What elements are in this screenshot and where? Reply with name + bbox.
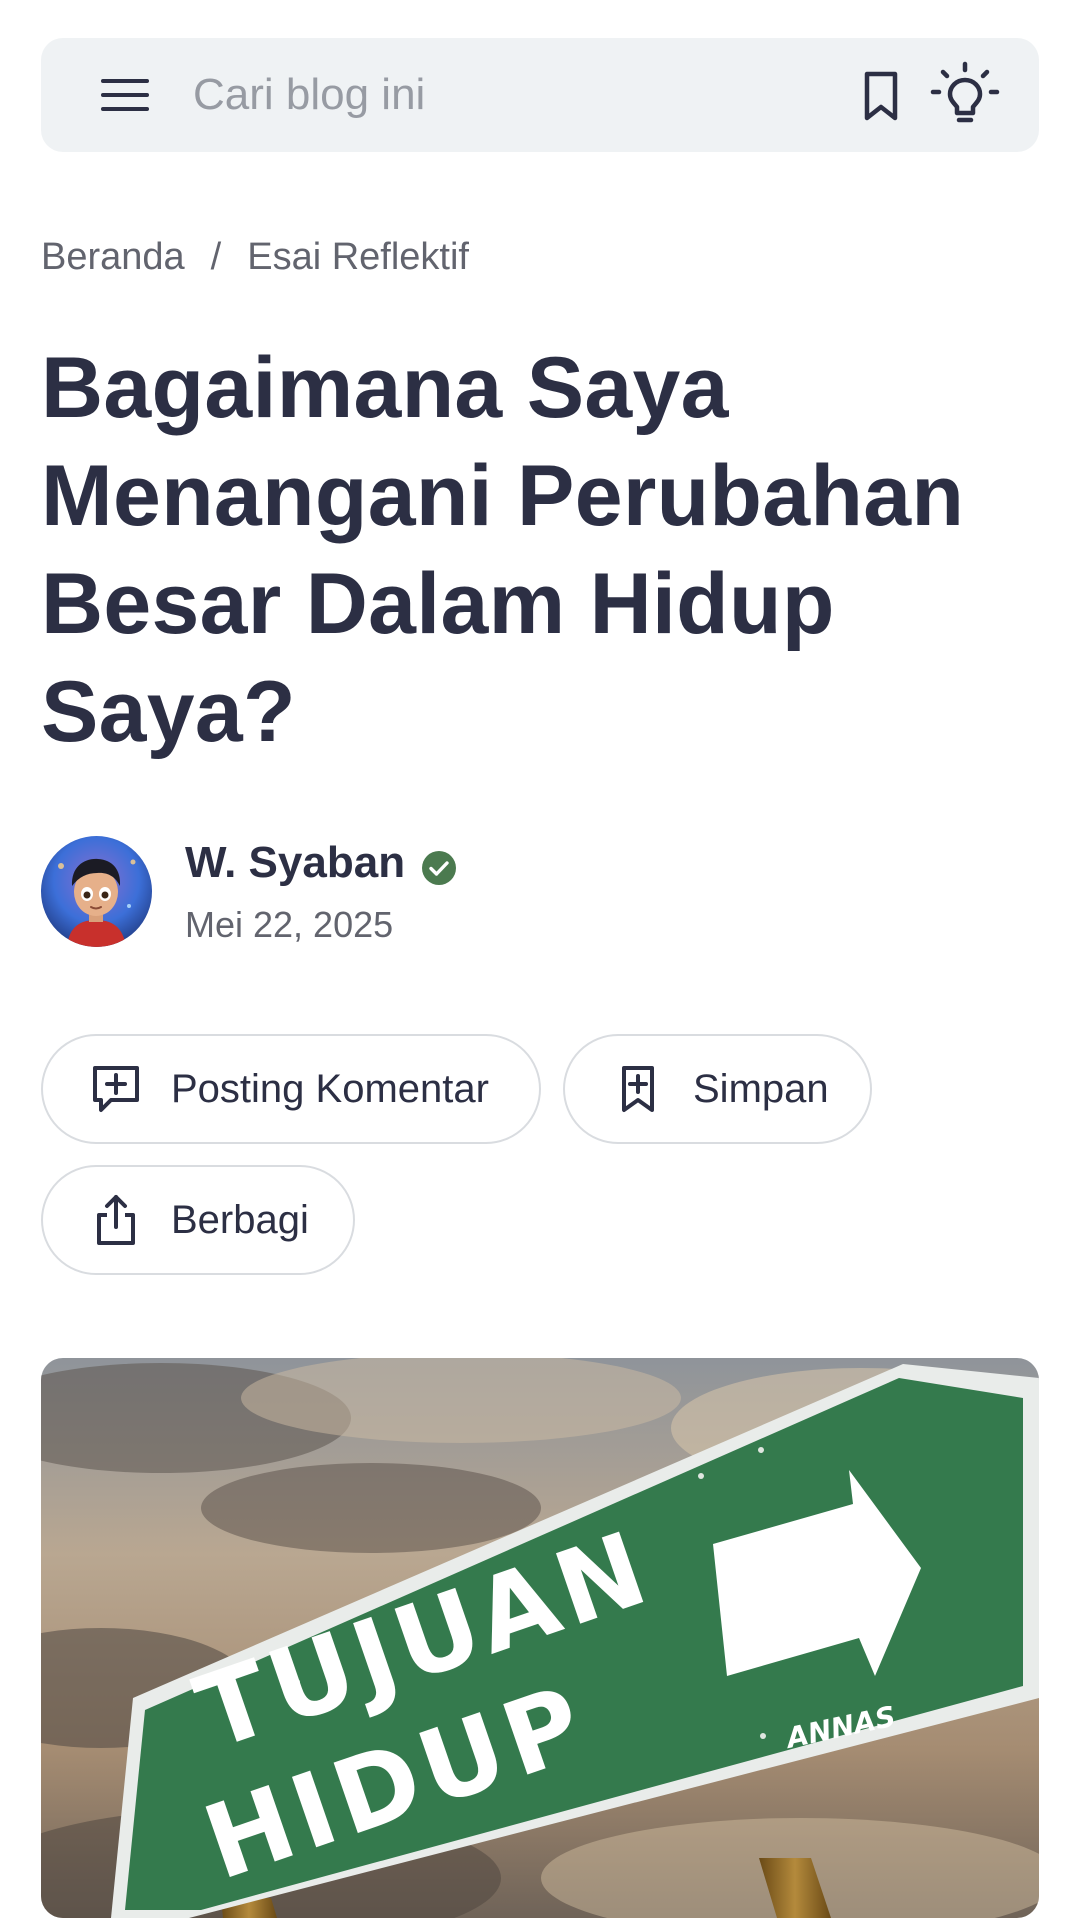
breadcrumb-separator: / (210, 236, 222, 278)
hero-image: TUJUAN HIDUP ANNAS (41, 1358, 1039, 1918)
save-label: Simpan (693, 1066, 829, 1111)
author-name[interactable]: W. Syaban (185, 838, 405, 888)
share-icon (97, 1195, 135, 1245)
theme-toggle-button[interactable] (929, 60, 1001, 132)
share-button[interactable]: Berbagi (41, 1165, 355, 1275)
top-bar (41, 38, 1039, 152)
bookmark-button[interactable] (851, 66, 911, 126)
breadcrumb-category-link[interactable]: Esai Reflektif (247, 236, 469, 278)
save-button[interactable]: Simpan (563, 1034, 872, 1144)
verified-badge-icon (422, 851, 456, 885)
breadcrumb-home-link[interactable]: Beranda (41, 236, 185, 278)
bookmark-add-icon (622, 1066, 654, 1112)
menu-button[interactable] (93, 71, 157, 119)
hamburger-menu-icon (101, 79, 149, 111)
post-title: Bagaimana Saya Menangani Perubahan Besar… (41, 340, 965, 760)
share-label: Berbagi (171, 1197, 309, 1242)
post-comment-button[interactable]: Posting Komentar (41, 1034, 541, 1144)
post-comment-label: Posting Komentar (171, 1066, 489, 1111)
post-date: Mei 22, 2025 (185, 904, 394, 945)
lightbulb-icon (930, 61, 1000, 123)
page: Beranda / Esai Reflektif Bagaimana Saya Me… (0, 0, 1080, 1920)
search-input[interactable] (191, 62, 831, 128)
comment-add-icon (93, 1066, 139, 1112)
bookmark-icon (864, 71, 898, 121)
author-avatar[interactable] (41, 836, 152, 947)
breadcrumb: Beranda / Esai Reflektif (41, 236, 469, 279)
